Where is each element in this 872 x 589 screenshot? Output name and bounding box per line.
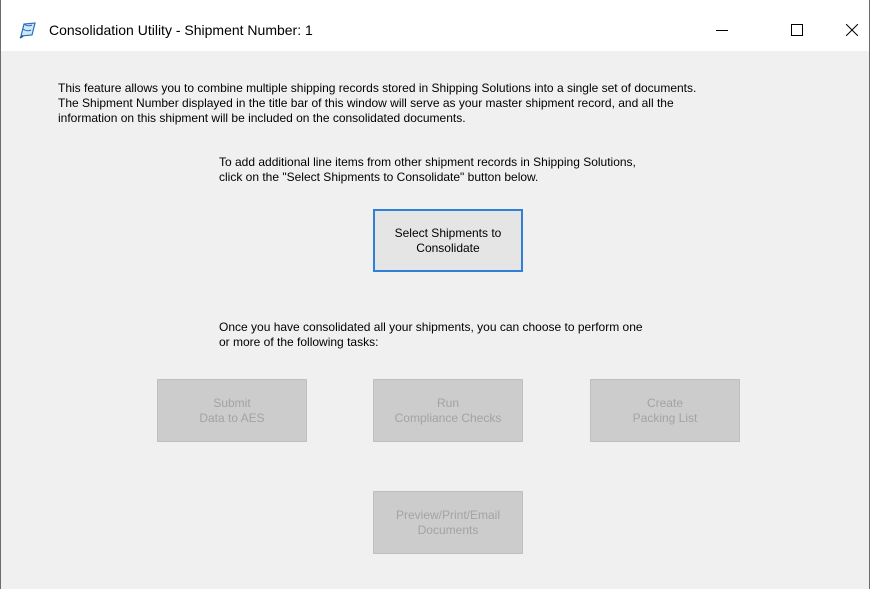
maximize-button[interactable] — [774, 12, 820, 48]
create-packing-list-button[interactable]: Create Packing List — [590, 379, 740, 442]
select-shipments-button[interactable]: Select Shipments to Consolidate — [373, 209, 523, 272]
minimize-button[interactable] — [699, 12, 745, 48]
consolidation-utility-icon — [19, 22, 36, 39]
maximize-icon — [791, 24, 803, 36]
preview-print-email-button[interactable]: Preview/Print/Email Documents — [373, 491, 523, 554]
add-shipments-instructions: To add additional line items from other … — [219, 155, 636, 184]
close-button[interactable] — [829, 12, 872, 48]
submit-aes-button[interactable]: Submit Data to AES — [157, 379, 307, 442]
window-title: Consolidation Utility - Shipment Number:… — [49, 22, 313, 38]
close-icon — [846, 24, 858, 36]
dialog-content: This feature allows you to combine multi… — [1, 51, 869, 589]
intro-description: This feature allows you to combine multi… — [58, 81, 697, 125]
tasks-instructions: Once you have consolidated all your ship… — [219, 320, 643, 349]
title-bar[interactable]: Consolidation Utility - Shipment Number:… — [1, 0, 869, 51]
minimize-icon — [716, 30, 728, 31]
run-compliance-checks-button[interactable]: Run Compliance Checks — [373, 379, 523, 442]
consolidation-utility-window: Consolidation Utility - Shipment Number:… — [0, 0, 870, 589]
